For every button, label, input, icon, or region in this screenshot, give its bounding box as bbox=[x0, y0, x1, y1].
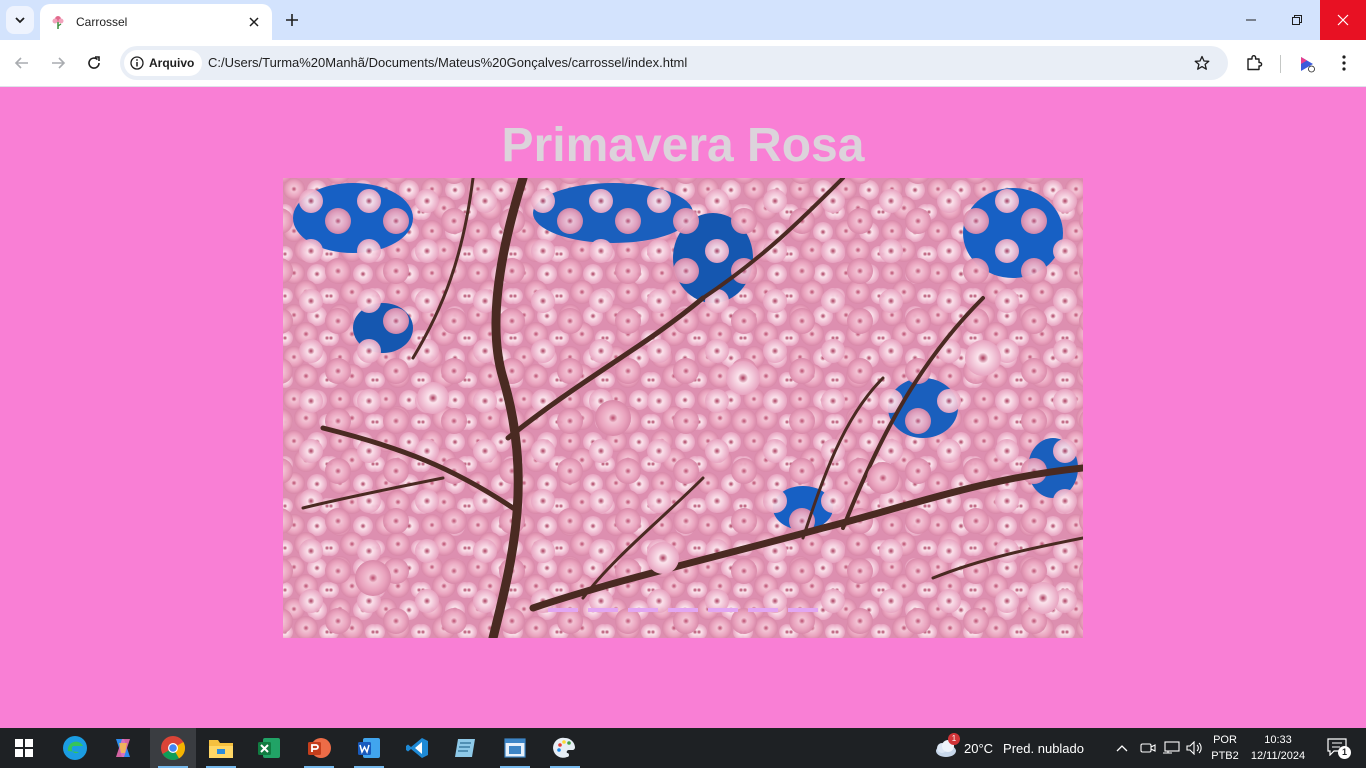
browser-tab-strip: Carrossel bbox=[0, 0, 1366, 40]
chevron-up-icon bbox=[1116, 745, 1128, 752]
paint-icon bbox=[553, 737, 576, 758]
window-close-button[interactable] bbox=[1320, 0, 1366, 40]
taskbar-word[interactable] bbox=[346, 728, 392, 768]
carousel-indicator[interactable] bbox=[668, 608, 698, 612]
arrow-left-icon bbox=[14, 57, 28, 69]
new-tab-button[interactable] bbox=[280, 8, 304, 32]
close-icon bbox=[1337, 14, 1349, 26]
taskbar-file-explorer[interactable] bbox=[198, 728, 244, 768]
taskbar-powerpoint[interactable] bbox=[296, 728, 342, 768]
reload-button[interactable] bbox=[81, 50, 107, 76]
folder-icon bbox=[209, 740, 233, 758]
camera-icon bbox=[1140, 743, 1156, 753]
word-icon bbox=[358, 738, 380, 758]
toolbar-separator bbox=[1280, 55, 1281, 73]
windows-taskbar: 1 20°C Pred. nublado POR PTB2 10:33 12/1… bbox=[0, 728, 1366, 768]
powerpoint-icon bbox=[308, 738, 331, 758]
weather-badge: 1 bbox=[948, 733, 960, 745]
carousel-indicator[interactable] bbox=[548, 608, 578, 612]
close-icon[interactable] bbox=[246, 14, 262, 30]
tab-title: Carrossel bbox=[76, 15, 128, 29]
puzzle-icon bbox=[1247, 55, 1263, 71]
tab-search-button[interactable] bbox=[6, 6, 34, 34]
edge-icon bbox=[63, 736, 87, 760]
profile-button[interactable] bbox=[1294, 51, 1320, 77]
minimize-icon bbox=[1246, 19, 1256, 21]
flower-icon bbox=[52, 16, 64, 29]
window-app-icon bbox=[504, 738, 526, 758]
chrome-icon bbox=[161, 736, 186, 761]
taskbar-paint[interactable] bbox=[542, 728, 588, 768]
taskbar-notepad[interactable] bbox=[442, 728, 488, 768]
plus-icon bbox=[286, 14, 298, 26]
taskbar-excel[interactable] bbox=[246, 728, 292, 768]
window-minimize-button[interactable] bbox=[1228, 0, 1274, 40]
notification-icon: 1 bbox=[1327, 738, 1351, 759]
clock-date: 12/11/2024 bbox=[1250, 750, 1306, 762]
taskbar-copilot[interactable] bbox=[100, 728, 146, 768]
language-code: POR bbox=[1213, 734, 1237, 746]
window-restore-button[interactable] bbox=[1274, 0, 1320, 40]
weather-widget[interactable]: 1 20°C Pred. nublado bbox=[932, 728, 1084, 768]
carousel-indicator[interactable] bbox=[588, 608, 618, 612]
taskbar-vscode[interactable] bbox=[394, 728, 440, 768]
meet-now-button[interactable] bbox=[1138, 728, 1158, 768]
carousel-indicator[interactable] bbox=[628, 608, 658, 612]
carousel-indicator[interactable] bbox=[788, 608, 818, 612]
carousel[interactable] bbox=[283, 178, 1083, 638]
weather-condition: Pred. nublado bbox=[1003, 740, 1084, 756]
browser-tab[interactable]: Carrossel bbox=[40, 4, 272, 40]
page-title: Primavera Rosa bbox=[501, 119, 865, 172]
volume-button[interactable] bbox=[1184, 728, 1206, 768]
keyboard-layout: PTB2 bbox=[1211, 750, 1239, 762]
arrow-right-icon bbox=[52, 57, 66, 69]
kebab-menu-icon bbox=[1342, 55, 1346, 71]
copilot-icon bbox=[116, 739, 130, 757]
excel-icon bbox=[258, 738, 280, 758]
forward-button[interactable] bbox=[45, 50, 71, 76]
browser-toolbar: Arquivo C:/Users/Turma%20Manhã/Documents… bbox=[0, 40, 1366, 87]
cherry-blossom-image bbox=[283, 178, 1083, 638]
weather-temperature: 20°C bbox=[964, 740, 994, 756]
start-button[interactable] bbox=[0, 728, 48, 768]
extensions-button[interactable] bbox=[1242, 51, 1266, 75]
restore-icon bbox=[1292, 15, 1302, 25]
notification-badge: 1 bbox=[1338, 746, 1351, 759]
star-icon bbox=[1194, 55, 1210, 70]
clock[interactable]: 10:33 12/11/2024 bbox=[1248, 732, 1308, 764]
chevron-down-icon bbox=[15, 17, 25, 24]
vscode-icon bbox=[406, 738, 428, 758]
network-icon bbox=[1163, 741, 1180, 754]
network-button[interactable] bbox=[1160, 728, 1182, 768]
input-language-indicator[interactable]: POR PTB2 bbox=[1206, 732, 1244, 764]
notepad-icon bbox=[455, 739, 475, 757]
cloudy-weather-icon: 1 bbox=[932, 733, 960, 759]
taskbar-edge[interactable] bbox=[52, 728, 98, 768]
clock-time: 10:33 bbox=[1264, 734, 1292, 746]
site-info-label: Arquivo bbox=[149, 56, 195, 70]
back-button[interactable] bbox=[9, 50, 35, 76]
taskbar-window-app[interactable] bbox=[492, 728, 538, 768]
notification-center-button[interactable]: 1 bbox=[1318, 728, 1358, 768]
site-info-chip[interactable]: Arquivo bbox=[124, 50, 203, 76]
carousel-indicator[interactable] bbox=[748, 608, 778, 612]
show-hidden-icons-button[interactable] bbox=[1112, 728, 1132, 768]
speaker-icon bbox=[1186, 741, 1202, 755]
carousel-indicator[interactable] bbox=[708, 608, 738, 612]
windows-logo-icon bbox=[15, 739, 33, 757]
reload-icon bbox=[88, 56, 100, 69]
browser-menu-button[interactable] bbox=[1332, 51, 1356, 75]
taskbar-chrome[interactable] bbox=[150, 728, 196, 768]
url-text[interactable]: C:/Users/Turma%20Manhã/Documents/Mateus%… bbox=[208, 55, 687, 70]
address-bar[interactable]: Arquivo C:/Users/Turma%20Manhã/Documents… bbox=[120, 46, 1228, 80]
profile-icon bbox=[1301, 57, 1315, 73]
bookmark-button[interactable] bbox=[1192, 53, 1212, 73]
carousel-indicators bbox=[548, 608, 818, 612]
info-icon bbox=[130, 56, 144, 70]
